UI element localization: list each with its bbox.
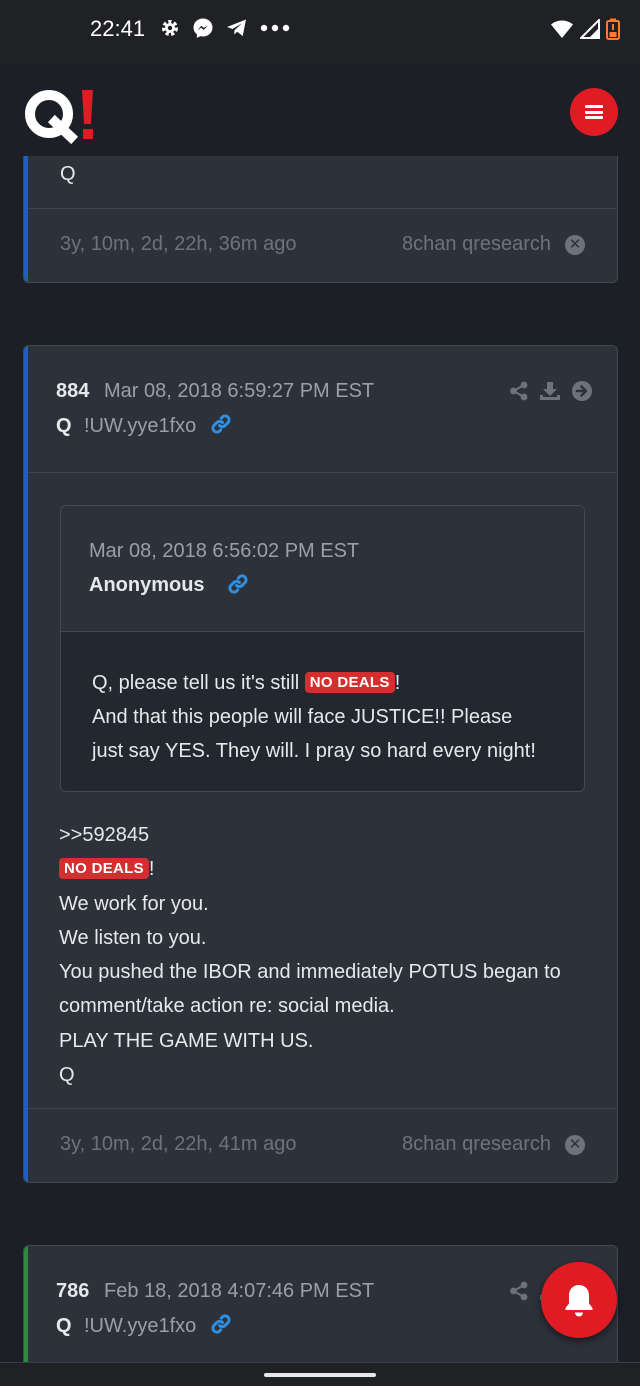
post-card: 884 Mar 08, 2018 6:59:27 PM EST Q !UW.yy… — [23, 345, 618, 1183]
quoted-text: ! — [394, 672, 401, 694]
telegram-icon — [227, 19, 246, 36]
share-icon[interactable] — [509, 1281, 529, 1301]
close-icon[interactable]: ✕ — [565, 235, 585, 255]
post-line: Q — [59, 1064, 75, 1087]
share-icon[interactable] — [509, 381, 529, 401]
hamburger-menu-icon — [585, 105, 603, 119]
post-age: 3y, 10m, 2d, 22h, 41m ago — [60, 1133, 297, 1155]
gear-icon — [162, 20, 178, 36]
post-line: PLAY THE GAME WITH US. — [59, 1029, 314, 1052]
post-source[interactable]: 8chan qresearch — [402, 233, 551, 256]
quoted-post-date: Mar 08, 2018 6:56:02 PM EST — [89, 540, 360, 562]
link-icon[interactable] — [210, 1313, 232, 1335]
more-dots-icon — [260, 24, 290, 32]
quoted-line: just say YES. They will. I pray so hard … — [92, 740, 536, 762]
post-header: 884 Mar 08, 2018 6:59:27 PM EST Q !UW.yy… — [28, 346, 617, 473]
post-body: >>592845 NO DEALS! We work for you. We l… — [59, 818, 599, 1092]
quoted-post: Mar 08, 2018 6:56:02 PM EST Anonymous Q,… — [60, 505, 585, 792]
post-age: 3y, 10m, 2d, 22h, 36m ago — [60, 233, 297, 255]
quoted-line: And that this people will face JUSTICE!!… — [92, 706, 513, 728]
reply-reference[interactable]: >>592845 — [59, 818, 599, 852]
messenger-icon — [193, 18, 213, 38]
status-time: 22:41 — [90, 16, 146, 41]
post-body-tail: Q — [60, 163, 76, 185]
post-line: NO DEALS! — [59, 852, 599, 886]
battery-icon — [606, 18, 620, 40]
post-author: Q — [56, 1315, 72, 1337]
arrow-right-circle-icon[interactable] — [571, 380, 593, 402]
post-number[interactable]: 786 — [56, 1280, 89, 1303]
post-text: ! — [148, 858, 155, 881]
post-feed[interactable]: Q 3y, 10m, 2d, 22h, 36m ago 8chan qresea… — [0, 156, 640, 1362]
status-system-icons — [550, 18, 620, 40]
post-source[interactable]: 8chan qresearch — [402, 1133, 551, 1156]
home-gesture-handle[interactable] — [264, 1373, 376, 1377]
status-bar: 22:41 — [0, 0, 640, 64]
post-footer: 3y, 10m, 2d, 22h, 36m ago 8chan qresearc… — [28, 208, 617, 282]
wifi-icon — [551, 20, 573, 38]
post-tripcode: !UW.yye1fxo — [84, 1315, 197, 1337]
post-actions — [509, 380, 593, 402]
post-line: We work for you. — [59, 892, 209, 915]
post-date: Feb 18, 2018 4:07:46 PM EST — [104, 1280, 375, 1302]
app-header — [0, 64, 640, 156]
post-tripcode: !UW.yye1fxo — [84, 415, 197, 437]
quoted-post-header: Mar 08, 2018 6:56:02 PM EST Anonymous — [61, 506, 584, 632]
quoted-line: Q, please tell us it's still NO DEALS! — [92, 666, 564, 700]
post-footer: 3y, 10m, 2d, 22h, 41m ago 8chan qresearc… — [28, 1108, 617, 1182]
post-date: Mar 08, 2018 6:59:27 PM EST — [104, 380, 375, 402]
link-icon[interactable] — [210, 413, 232, 435]
quoted-post-author: Anonymous — [89, 574, 205, 596]
quoted-post-body: Q, please tell us it's still NO DEALS! A… — [92, 666, 564, 768]
signal-icon — [580, 19, 600, 39]
post-line: We listen to you. — [59, 926, 207, 949]
bell-icon — [565, 1285, 593, 1317]
status-app-icons — [160, 17, 290, 39]
post-author: Q — [56, 415, 72, 437]
quoted-text: Q, please tell us it's still — [92, 672, 300, 694]
system-nav-bar — [0, 1362, 640, 1386]
link-icon[interactable] — [227, 573, 249, 595]
menu-button[interactable] — [570, 88, 618, 136]
post-number[interactable]: 884 — [56, 380, 89, 403]
post-line: You pushed the IBOR and immediately POTU… — [59, 961, 561, 984]
post-header: 786 Feb 18, 2018 4:07:46 PM EST Q !UW.yy… — [28, 1246, 617, 1362]
no-deals-tag: NO DEALS — [59, 858, 149, 880]
notifications-fab[interactable] — [541, 1262, 617, 1338]
post-line: comment/take action re: social media. — [59, 995, 395, 1018]
close-icon[interactable]: ✕ — [565, 1135, 585, 1155]
post-card: 786 Feb 18, 2018 4:07:46 PM EST Q !UW.yy… — [23, 1245, 618, 1362]
post-card: Q 3y, 10m, 2d, 22h, 36m ago 8chan qresea… — [23, 156, 618, 283]
no-deals-tag: NO DEALS — [304, 672, 395, 693]
download-icon[interactable] — [539, 381, 561, 401]
q-logo[interactable] — [22, 84, 102, 144]
